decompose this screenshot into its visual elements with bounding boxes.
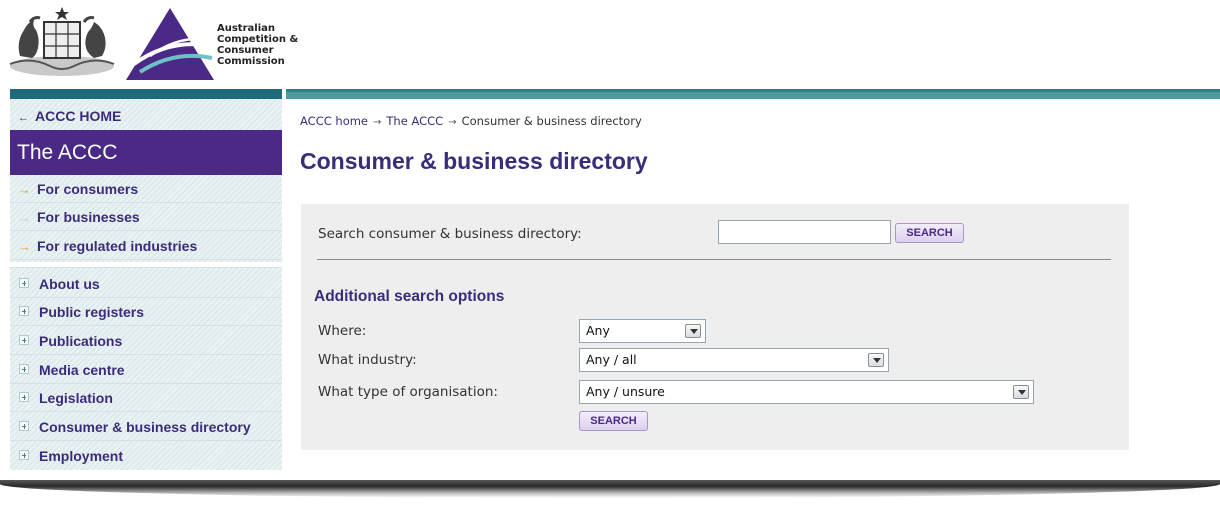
- page-bottom-shadow: [0, 480, 1220, 498]
- arrow-left-icon: ←: [18, 112, 29, 124]
- breadcrumb-separator-icon: →: [373, 117, 382, 128]
- org-name-line: Australian: [217, 23, 275, 34]
- sidebar-item-for-regulated-industries[interactable]: → For regulated industries: [10, 232, 282, 260]
- organisation-name: Australian Competition & Consumer Commis…: [217, 23, 298, 67]
- sidebar-item-about-us[interactable]: About us: [10, 270, 282, 298]
- where-select[interactable]: Any: [579, 319, 706, 343]
- plus-expand-icon[interactable]: [19, 364, 29, 375]
- sidebar-item-label: Consumer & business directory: [39, 419, 251, 435]
- breadcrumb: ACCC home → The ACCC → Consumer & business d…: [300, 114, 642, 128]
- chevron-down-icon[interactable]: [868, 353, 884, 367]
- breadcrumb-current: Consumer & business directory: [461, 114, 642, 128]
- sidebar-item-label: Publications: [39, 333, 123, 349]
- org-name-line: Commission: [217, 56, 285, 67]
- chevron-down-icon[interactable]: [685, 324, 701, 338]
- sidebar-item-media-centre[interactable]: Media centre: [10, 356, 282, 384]
- plus-expand-icon[interactable]: [19, 450, 29, 461]
- sidebar-home-link[interactable]: ← ACCC HOME: [10, 105, 282, 127]
- sidebar-item-label: Media centre: [39, 362, 125, 378]
- breadcrumb-link-the-accc[interactable]: The ACCC: [386, 114, 443, 128]
- sidebar-nav: ← ACCC HOME The ACCC → For consumers → For …: [10, 99, 282, 470]
- organisation-type-select-value: Any / unsure: [586, 384, 665, 399]
- plus-expand-icon[interactable]: [19, 421, 29, 432]
- sidebar-home-label: ACCC HOME: [35, 108, 122, 124]
- sidebar-item-label: For businesses: [37, 209, 140, 225]
- content-top-bar-edge: [286, 89, 1220, 92]
- sidebar-item-consumer-business-directory[interactable]: Consumer & business directory: [10, 413, 282, 441]
- breadcrumb-link-home[interactable]: ACCC home: [300, 114, 368, 128]
- plus-expand-icon[interactable]: [19, 392, 29, 403]
- sidebar-item-label: For regulated industries: [37, 238, 198, 254]
- org-name-line: Consumer: [217, 45, 274, 56]
- arrow-right-icon: →: [18, 239, 31, 254]
- sidebar-item-label: Public registers: [39, 304, 145, 320]
- industry-select[interactable]: Any / all: [579, 348, 889, 372]
- search-label: Search consumer & business directory:: [318, 226, 582, 242]
- sidebar-item-label: Legislation: [39, 390, 113, 406]
- plus-expand-icon[interactable]: [19, 306, 29, 317]
- accc-logo[interactable]: [124, 6, 216, 80]
- sidebar-item-label: Employment: [39, 448, 124, 464]
- sidebar-section-title: The ACCC: [10, 130, 282, 175]
- sidebar-item-label: For consumers: [37, 181, 139, 197]
- sidebar-item-public-registers[interactable]: Public registers: [10, 298, 282, 326]
- divider: [317, 259, 1111, 260]
- where-label: Where:: [318, 323, 367, 339]
- site-header: Australian Competition & Consumer Commis…: [0, 0, 1220, 88]
- sidebar-divider: [10, 262, 282, 268]
- arrow-right-icon: →: [18, 182, 31, 197]
- search-panel: Search consumer & business directory: SE…: [301, 204, 1129, 450]
- arrow-right-icon: →: [18, 210, 31, 225]
- additional-options-heading: Additional search options: [314, 288, 505, 305]
- coat-of-arms-logo[interactable]: [6, 4, 118, 80]
- sidebar-item-legislation[interactable]: Legislation: [10, 384, 282, 412]
- sidebar-item-label: About us: [39, 276, 100, 292]
- advanced-search-button[interactable]: SEARCH: [579, 411, 648, 431]
- org-name-line: Competition &: [217, 34, 299, 45]
- breadcrumb-separator-icon: →: [448, 117, 457, 128]
- plus-expand-icon[interactable]: [19, 278, 29, 289]
- industry-label: What industry:: [318, 352, 417, 368]
- search-input[interactable]: [718, 220, 891, 244]
- organisation-type-select[interactable]: Any / unsure: [579, 380, 1034, 404]
- sidebar-top-bar: [10, 89, 282, 99]
- search-button[interactable]: SEARCH: [895, 223, 964, 243]
- organisation-type-label: What type of organisation:: [318, 384, 498, 400]
- sidebar-item-publications[interactable]: Publications: [10, 327, 282, 355]
- plus-expand-icon[interactable]: [19, 335, 29, 346]
- sidebar-item-for-businesses[interactable]: → For businesses: [10, 203, 282, 231]
- chevron-down-icon[interactable]: [1013, 385, 1029, 399]
- sidebar-item-for-consumers[interactable]: → For consumers: [10, 175, 282, 203]
- industry-select-value: Any / all: [586, 352, 637, 367]
- where-select-value: Any: [586, 323, 610, 338]
- page-title: Consumer & business directory: [300, 148, 648, 174]
- sidebar-item-employment[interactable]: Employment: [10, 442, 282, 470]
